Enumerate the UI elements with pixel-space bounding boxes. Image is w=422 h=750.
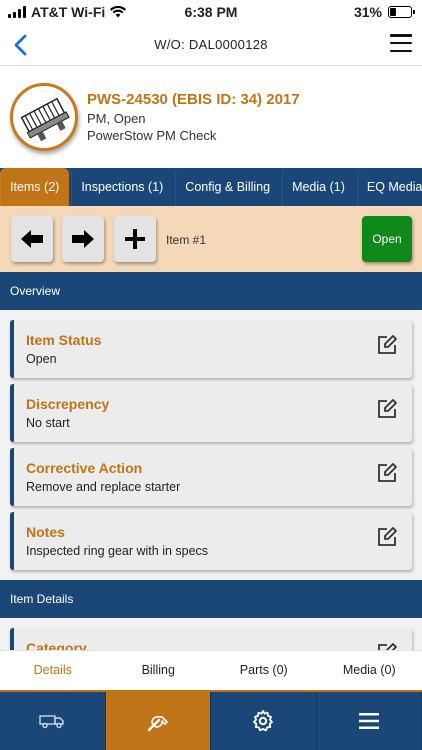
edit-icon[interactable] bbox=[376, 398, 398, 420]
corrective-action-card[interactable]: Corrective Action Remove and replace sta… bbox=[10, 448, 412, 506]
edit-icon[interactable] bbox=[376, 642, 398, 650]
tab-media[interactable]: Media (1) bbox=[282, 168, 355, 206]
discrepancy-card[interactable]: Discrepency No start bbox=[10, 384, 412, 442]
bottom-nav-menu[interactable] bbox=[317, 692, 422, 750]
card-title: Discrepency bbox=[26, 396, 110, 412]
status-right: 31% bbox=[353, 4, 415, 20]
card-title: Corrective Action bbox=[26, 460, 143, 476]
equipment-header: PWS-24530 (EBIS ID: 34) 2017 PM, Open Po… bbox=[0, 67, 422, 167]
work-order-description: PowerStow PM Check bbox=[87, 128, 217, 143]
edit-icon[interactable] bbox=[376, 526, 398, 548]
tab-eq-media[interactable]: EQ Media (0 bbox=[356, 168, 422, 206]
item-details-section-header: Item Details bbox=[0, 580, 422, 618]
item-toolbar: Item #1 Open bbox=[0, 206, 422, 272]
edit-icon[interactable] bbox=[376, 334, 398, 356]
work-order-tabs: Items (2) Inspections (1) Config & Billi… bbox=[0, 168, 422, 206]
bottom-navigation bbox=[0, 690, 422, 750]
powerstow-conveyor-icon bbox=[20, 97, 70, 142]
card-title: Item Status bbox=[26, 332, 102, 348]
bottom-nav-equipment[interactable] bbox=[0, 692, 106, 750]
tab-inspections[interactable]: Inspections (1) bbox=[71, 168, 174, 206]
equipment-avatar bbox=[10, 83, 78, 151]
equipment-name: PWS-24530 (EBIS ID: 34) 2017 bbox=[87, 91, 300, 108]
bottom-nav-settings[interactable] bbox=[211, 692, 317, 750]
card-value: No start bbox=[26, 416, 70, 430]
card-value: Remove and replace starter bbox=[26, 480, 181, 494]
card-title: Notes bbox=[26, 524, 65, 540]
item-status-open-button[interactable]: Open bbox=[362, 216, 412, 262]
next-item-button[interactable] bbox=[62, 216, 104, 262]
menu-icon bbox=[358, 713, 379, 729]
subtab-media[interactable]: Media (0) bbox=[317, 651, 422, 690]
card-value: Open bbox=[26, 352, 57, 366]
item-status-card[interactable]: Item Status Open bbox=[10, 320, 412, 378]
overview-section-header: Overview bbox=[0, 272, 422, 310]
subtab-details[interactable]: Details bbox=[0, 651, 106, 690]
bottom-nav-work-orders[interactable] bbox=[105, 692, 211, 750]
hamburger-menu-icon[interactable] bbox=[390, 34, 412, 52]
status-bar: AT&T Wi-Fi 6:38 PM 31% bbox=[0, 0, 422, 26]
notes-card[interactable]: Notes Inspected ring gear with in specs bbox=[10, 512, 412, 570]
navigation-bar: W/O: DAL0000128 bbox=[0, 26, 422, 66]
subtab-parts[interactable]: Parts (0) bbox=[211, 651, 317, 690]
item-detail-scroll-area[interactable]: Overview Item Status Open Discrepency No… bbox=[0, 272, 422, 650]
add-item-button[interactable] bbox=[114, 216, 156, 262]
current-item-label: Item #1 bbox=[166, 233, 207, 247]
wrench-icon bbox=[147, 715, 168, 732]
previous-item-button[interactable] bbox=[11, 216, 53, 262]
tab-config-billing[interactable]: Config & Billing bbox=[175, 168, 281, 206]
card-value: Inspected ring gear with in specs bbox=[26, 544, 209, 558]
battery-percent: 31% bbox=[353, 4, 382, 20]
plus-icon bbox=[125, 229, 145, 249]
work-order-type-status: PM, Open bbox=[87, 111, 146, 126]
item-subtabs: Details Billing Parts (0) Media (0) bbox=[0, 650, 422, 690]
arrow-left-icon bbox=[21, 230, 43, 248]
truck-icon bbox=[39, 715, 64, 729]
edit-icon[interactable] bbox=[376, 462, 398, 484]
tab-items[interactable]: Items (2) bbox=[0, 168, 70, 206]
category-card[interactable]: Category bbox=[10, 628, 412, 650]
card-title: Category bbox=[26, 640, 87, 650]
battery-icon bbox=[388, 6, 415, 18]
subtab-billing[interactable]: Billing bbox=[106, 651, 212, 690]
work-order-title: W/O: DAL0000128 bbox=[154, 37, 268, 52]
arrow-right-icon bbox=[72, 230, 94, 248]
gear-icon bbox=[253, 710, 274, 732]
